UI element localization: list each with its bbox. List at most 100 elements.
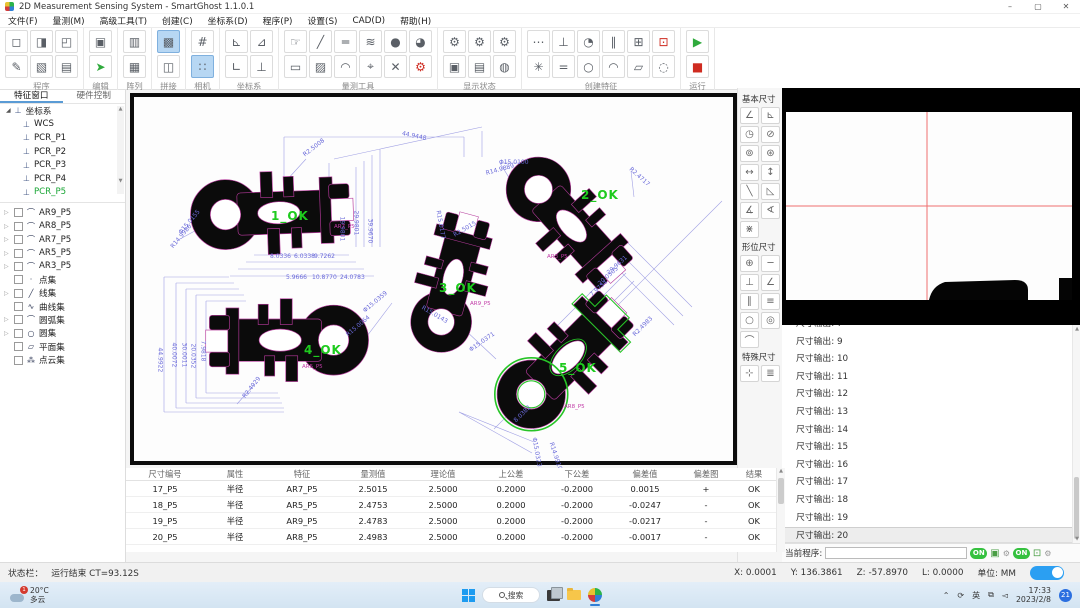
roundness-tolerance[interactable]: ○ [740, 312, 759, 329]
probe-display-2[interactable]: ⚙ [468, 30, 491, 53]
dimension-output-item[interactable]: 尺寸输出: 12 [782, 386, 1080, 404]
expander-icon[interactable]: ▷ [4, 316, 11, 323]
table-scrollbar-thumb[interactable] [778, 478, 784, 504]
create-cloud[interactable]: ◌ [652, 55, 675, 78]
feature-list-item[interactable]: ▷ ⌒ AR8_P5 [0, 220, 125, 233]
probe-display-1[interactable]: ⚙ [443, 30, 466, 53]
expander-icon[interactable]: ▷ [4, 263, 11, 270]
hatch-tool[interactable]: ▨ [309, 55, 332, 78]
feature-checkbox[interactable] [14, 289, 23, 298]
menu-item[interactable]: 坐标系(D) [208, 14, 248, 27]
angle-3pt-dim[interactable]: ⊾ [761, 107, 780, 124]
feature-checkbox[interactable] [14, 342, 23, 351]
array-tool[interactable]: ▥ [123, 30, 146, 53]
create-plane[interactable]: ▱ [627, 55, 650, 78]
expander-icon[interactable]: ▷ [4, 290, 11, 297]
menu-item[interactable]: 文件(F) [8, 14, 38, 27]
panel-tab[interactable]: 特征窗口 [0, 90, 63, 103]
feature-checkbox[interactable] [14, 235, 23, 244]
feature-list-item[interactable]: ▷ ○ 圆集 [0, 327, 125, 340]
create-arc[interactable]: ◠ [602, 55, 625, 78]
minimize-button[interactable]: – [996, 0, 1024, 14]
monitor-icon[interactable]: ⧉ [988, 590, 994, 600]
diameter-dim[interactable]: ⊘ [761, 126, 780, 143]
settings-gear-icon-2[interactable]: ⚙ [1044, 549, 1051, 558]
pick-tool[interactable]: ☞ [284, 30, 307, 53]
table-scrollbar[interactable]: ▲ [776, 468, 785, 552]
settings-gear-icon-1[interactable]: ⚙ [1003, 549, 1010, 558]
weather-widget[interactable]: 1 20°C 多云 [10, 586, 49, 604]
create-spray[interactable]: ✳ [527, 55, 550, 78]
chart-display[interactable]: ▤ [468, 55, 491, 78]
camera-grid[interactable]: ∷ [191, 55, 214, 78]
coord-build[interactable]: ⊾ [225, 30, 248, 53]
create-parallel[interactable]: ∥ [602, 30, 625, 53]
angle-dim[interactable]: ∠ [740, 107, 759, 124]
dimension-output-item[interactable]: 尺寸输出: 10 [782, 351, 1080, 369]
tree-scrollbar[interactable]: ▲▼ [117, 106, 124, 194]
open-program[interactable]: ◨ [30, 30, 53, 53]
feature-checkbox[interactable] [14, 302, 23, 311]
table-row[interactable]: 18_P5半径AR5_P52.47532.50000.2000-0.2000-0… [126, 497, 785, 513]
run[interactable]: ▶ [686, 30, 709, 53]
feature-checkbox[interactable] [14, 249, 23, 258]
output-scrollbar[interactable]: ▲ ▼ [1072, 325, 1080, 543]
camera-view[interactable] [782, 88, 1080, 325]
concentricity-tolerance[interactable]: ◎ [761, 312, 780, 329]
table-row[interactable]: 17_P5半径AR7_P52.50152.50000.2000-0.20000.… [126, 481, 785, 497]
display-3d[interactable]: ◍ [493, 55, 516, 78]
close-button[interactable]: ✕ [1052, 0, 1080, 14]
dimension-output-item[interactable]: 尺寸输出: 20 [782, 527, 1080, 543]
feature-list-item[interactable]: ▷ ⌒ AR7_P5 [0, 233, 125, 246]
new-program[interactable]: ◻ [5, 30, 28, 53]
circle-tool[interactable]: ● [384, 30, 407, 53]
create-perpendicular[interactable]: ⊥ [552, 30, 575, 53]
dimension-output-item[interactable]: 尺寸输出: 17 [782, 474, 1080, 492]
menu-item[interactable]: CAD(D) [352, 16, 385, 26]
feature-list-item[interactable]: ▷ · 点集 [0, 273, 125, 286]
expander-icon[interactable]: ▷ [4, 330, 11, 337]
feature-list-item[interactable]: ▷ ⌒ AR5_P5 [0, 246, 125, 259]
coord-rotate[interactable]: ⊿ [250, 30, 273, 53]
slope-dim[interactable]: ◺ [761, 183, 780, 200]
current-program-input[interactable] [825, 547, 967, 559]
feature-list-item[interactable]: ▷ ▱ 平面集 [0, 340, 125, 353]
create-feature-circle[interactable]: ⊡ [652, 30, 675, 53]
parallelism-tolerance[interactable]: ∥ [740, 293, 759, 310]
length-dim[interactable]: ╲ [740, 183, 759, 200]
toggle-on-badge-2[interactable]: ON [1013, 548, 1030, 559]
panel-tab[interactable]: 硬件控制 [63, 90, 126, 103]
expander-icon[interactable]: ◢ [6, 107, 11, 114]
dimension-output-item[interactable]: 尺寸输出: 11 [782, 369, 1080, 387]
feature-checkbox[interactable] [14, 275, 23, 284]
file-explorer-icon[interactable] [567, 590, 581, 600]
feature-list-item[interactable]: ▷ ⌒ AR9_P5 [0, 206, 125, 219]
coord-tree-item[interactable]: ⊥ PCR_P2 [0, 145, 125, 159]
edit-image[interactable]: ▣ [89, 30, 112, 53]
coord-tree-item[interactable]: ⊥ PCR_P3 [0, 158, 125, 172]
rect-tool[interactable]: ▭ [284, 55, 307, 78]
camera-overlay-icon[interactable]: ⊡ [1033, 548, 1041, 559]
scroll-down-icon[interactable]: ▼ [1073, 536, 1080, 542]
dimension-output-item[interactable]: 尺寸输出: 18 [782, 492, 1080, 510]
sync-icon[interactable]: ⟳ [957, 591, 964, 600]
dimension-output-item[interactable]: 尺寸输出: 7 [782, 325, 1080, 334]
menu-item[interactable]: 高级工具(T) [100, 14, 147, 27]
task-view-icon[interactable] [547, 590, 560, 601]
image-display[interactable]: ▣ [443, 55, 466, 78]
dimension-output-item[interactable]: 尺寸输出: 16 [782, 457, 1080, 475]
feature-checkbox[interactable] [14, 222, 23, 231]
dimension-output-item[interactable]: 尺寸输出: 14 [782, 422, 1080, 440]
coord-tree-item[interactable]: ⊥ WCS [0, 118, 125, 132]
unit-toggle[interactable] [1030, 566, 1064, 580]
expander-icon[interactable]: ▷ [4, 236, 11, 243]
stitch-settings[interactable]: ◫ [157, 55, 180, 78]
select-region[interactable]: ▧ [30, 55, 53, 78]
create-segment[interactable]: = [552, 55, 575, 78]
create-angle-arc[interactable]: ◔ [577, 30, 600, 53]
dim-report[interactable]: ≣ [761, 365, 780, 382]
create-circle[interactable]: ○ [577, 55, 600, 78]
multi-dim[interactable]: ⋇ [740, 221, 759, 238]
expander-icon[interactable]: ▷ [4, 209, 11, 216]
feature-list-item[interactable]: ▷ ╱ 线集 [0, 287, 125, 300]
